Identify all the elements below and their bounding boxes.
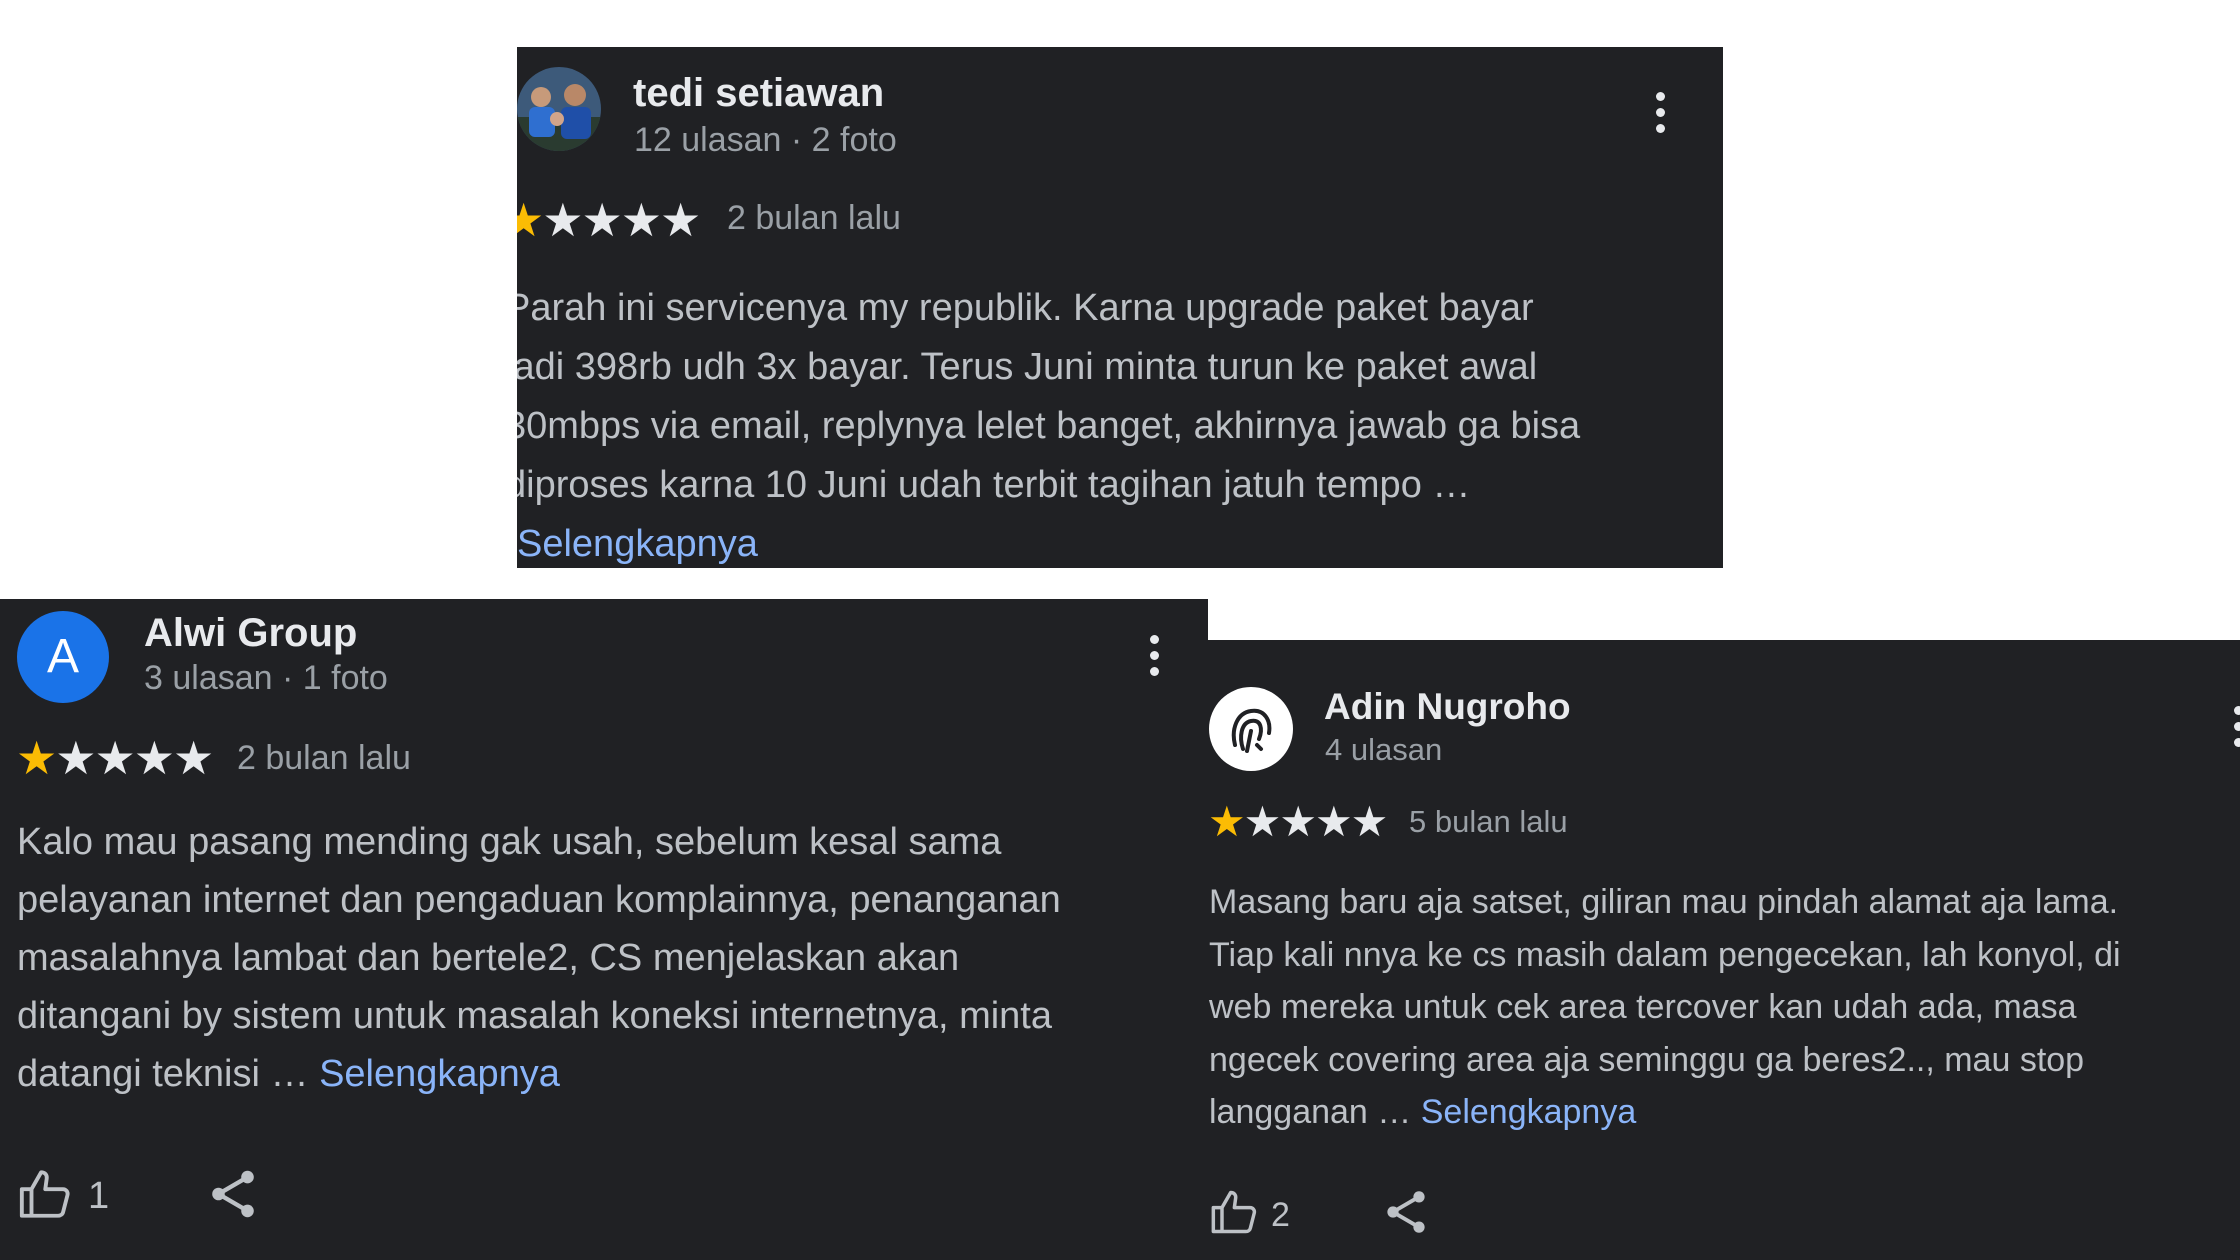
fingerprint-logo-icon — [1231, 708, 1272, 753]
review-line: langganan … — [1209, 1093, 1421, 1131]
review-line: Kalo mau pasang mending gak usah, sebelu… — [17, 821, 1002, 863]
review-line: Masang baru aja satset, giliran mau pind… — [1209, 883, 2119, 921]
author-meta: 12 ulasan · 2 foto — [634, 121, 897, 159]
star-rating: ★★★★★ — [517, 194, 701, 246]
review-card-tedi: tedi setiawan 12 ulasan · 2 foto ★★★★★ 2… — [517, 47, 1723, 568]
share-icon — [212, 1170, 254, 1218]
star-icon: ★ — [16, 732, 57, 784]
share-button[interactable] — [204, 1165, 262, 1228]
star-rating: ★★★★★ — [16, 732, 214, 784]
read-more-link[interactable]: Selengkapnya — [1421, 1093, 1637, 1131]
like-count: 1 — [88, 1175, 110, 1217]
review-card-alwi: A Alwi Group 3 ulasan · 1 foto ★★★★★ 2 b… — [0, 599, 1208, 1260]
star-icon: ★ — [94, 732, 136, 784]
review-line: pelayanan internet dan pengaduan komplai… — [17, 879, 1061, 921]
review-line: masalahnya lambat dan bertele2, CS menje… — [17, 937, 960, 979]
more-options-icon[interactable] — [1142, 635, 1166, 683]
review-card-adin: Adin Nugroho 4 ulasan ★★★★★ 5 bulan lalu… — [1208, 640, 2240, 1260]
review-text: Kalo mau pasang mending gak usah, sebelu… — [17, 813, 1061, 1103]
user-photo-icon — [517, 67, 601, 151]
review-text: Parah ini servicenya my republik. Karna … — [517, 279, 1580, 568]
avatar[interactable]: A — [17, 611, 109, 703]
like-button[interactable] — [17, 1165, 75, 1228]
more-options-icon[interactable] — [2226, 706, 2240, 754]
star-icon: ★ — [660, 194, 701, 246]
star-icon: ★ — [517, 194, 544, 246]
share-icon — [1387, 1191, 1425, 1233]
review-line: ngecek covering area aja seminggu ga ber… — [1209, 1040, 2085, 1079]
review-date: 5 bulan lalu — [1409, 804, 1568, 839]
star-icon: ★ — [1243, 798, 1282, 845]
review-date: 2 bulan lalu — [237, 739, 411, 777]
avatar[interactable] — [517, 67, 601, 151]
review-line: Parah ini servicenya my republik. Karna … — [517, 287, 1534, 329]
star-icon: ★ — [55, 732, 96, 784]
star-icon: ★ — [620, 194, 662, 246]
like-button[interactable] — [1209, 1186, 1261, 1243]
star-icon: ★ — [1279, 798, 1317, 845]
review-line: 30mbps via email, replynya lelet banget,… — [517, 405, 1581, 447]
read-more-link[interactable]: Selengkapnya — [319, 1053, 560, 1095]
review-line: jadi 398rb udh 3x bayar. Terus Juni mint… — [517, 346, 1538, 388]
share-button[interactable] — [1380, 1186, 1432, 1243]
author-name[interactable]: Adin Nugroho — [1324, 686, 1571, 728]
star-icon: ★ — [581, 194, 623, 246]
thumbs-up-icon — [19, 1170, 70, 1218]
review-line: ditangani by sistem untuk masalah koneks… — [17, 995, 1052, 1037]
review-line: Tiap kali nnya ke cs masih dalam pengece… — [1209, 935, 2121, 974]
star-rating: ★★★★★ — [1208, 798, 1389, 845]
avatar[interactable] — [1209, 687, 1293, 771]
thumbs-up-icon — [1211, 1190, 1257, 1234]
author-name[interactable]: Alwi Group — [144, 611, 357, 656]
author-meta: 3 ulasan · 1 foto — [144, 659, 388, 697]
like-count: 2 — [1271, 1196, 1290, 1234]
author-meta: 4 ulasan — [1325, 732, 1443, 767]
avatar-letter: A — [46, 630, 79, 683]
star-icon: ★ — [1314, 798, 1353, 845]
review-date: 2 bulan lalu — [727, 199, 901, 237]
review-text: Masang baru aja satset, giliran mau pind… — [1209, 876, 2121, 1139]
review-line: diproses karna 10 Juni udah terbit tagih… — [517, 464, 1471, 506]
star-icon: ★ — [1208, 798, 1246, 845]
star-icon: ★ — [542, 194, 583, 246]
star-icon: ★ — [173, 732, 214, 784]
more-options-icon[interactable] — [1648, 92, 1672, 140]
star-icon: ★ — [133, 732, 175, 784]
review-line: datangi teknisi … — [17, 1053, 320, 1095]
star-icon: ★ — [1350, 798, 1389, 845]
author-name[interactable]: tedi setiawan — [633, 71, 884, 116]
read-more-link[interactable]: Selengkapnya — [517, 523, 758, 565]
review-line: web mereka untuk cek area tercover kan u… — [1209, 988, 2077, 1026]
